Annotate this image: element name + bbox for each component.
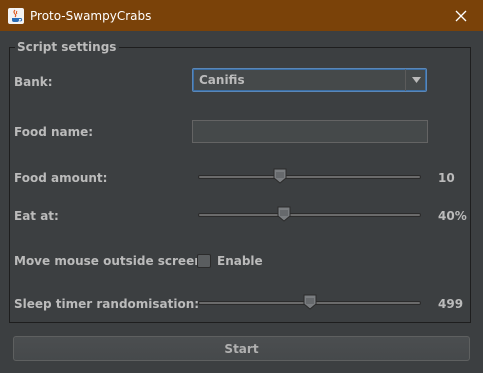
slider-thumb[interactable]: [277, 206, 291, 222]
start-button[interactable]: Start: [13, 336, 470, 361]
bank-selected-value: Canifis: [199, 73, 245, 87]
move-mouse-label: Move mouse outside screen?: [14, 254, 210, 268]
close-button[interactable]: [439, 0, 483, 31]
food-name-label: Food name:: [14, 125, 94, 139]
bank-label: Bank:: [14, 75, 53, 89]
food-name-input[interactable]: [192, 120, 428, 143]
slider-track: [198, 213, 421, 217]
slider-thumb[interactable]: [273, 168, 287, 184]
title-bar[interactable]: Proto-SwampyCrabs: [0, 0, 483, 31]
food-amount-label: Food amount:: [14, 171, 108, 185]
sleep-timer-value: 499: [438, 297, 464, 311]
slider-thumb[interactable]: [303, 294, 317, 310]
close-icon: [455, 10, 467, 21]
window-title: Proto-SwampyCrabs: [30, 8, 152, 23]
eat-at-label: Eat at:: [14, 209, 59, 223]
app-window: Proto-SwampyCrabs Script settings Bank: …: [0, 0, 483, 373]
sleep-timer-label: Sleep timer randomisation:: [14, 297, 200, 311]
script-settings-legend: Script settings: [15, 39, 120, 55]
move-mouse-checkbox[interactable]: [197, 254, 211, 268]
food-amount-slider[interactable]: [198, 168, 421, 186]
chevron-down-icon[interactable]: [405, 69, 426, 91]
bank-dropdown[interactable]: Canifis: [192, 68, 427, 92]
slider-track: [198, 175, 421, 179]
sleep-timer-slider[interactable]: [198, 294, 421, 312]
eat-at-value: 40%: [438, 209, 467, 223]
java-coffee-cup-icon: [8, 7, 24, 24]
enable-label[interactable]: Enable: [217, 254, 263, 268]
food-amount-value: 10: [438, 171, 455, 185]
eat-at-slider[interactable]: [198, 206, 421, 224]
